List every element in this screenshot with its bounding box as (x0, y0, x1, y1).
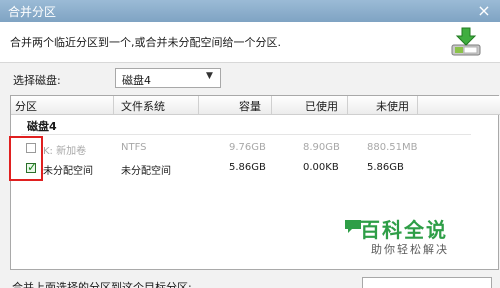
target-partition-select[interactable] (362, 277, 492, 288)
column-divider[interactable] (271, 96, 272, 114)
header-panel: 合并两个临近分区到一个,或合并未分配空间给一个分区. (0, 22, 500, 63)
list-header: 分区 文件系统 容量 已使用 未使用 (11, 96, 500, 115)
disk-select-value: 磁盘4 (122, 74, 151, 87)
dialog-description: 合并两个临近分区到一个,或合并未分配空间给一个分区. (10, 36, 281, 49)
cell-filesystem: NTFS (121, 142, 147, 153)
column-divider[interactable] (198, 96, 199, 114)
cell-filesystem: 未分配空间 (121, 166, 171, 177)
cell-unused: 5.86GB (367, 162, 404, 173)
cell-used: 0.00KB (303, 162, 339, 173)
cell-partition: K: 新加卷 (43, 146, 87, 157)
target-partition-label: 合并上面选择的分区到这个目标分区: (12, 281, 192, 288)
column-divider[interactable] (347, 96, 348, 114)
cell-partition: 未分配空间 (43, 166, 93, 177)
column-header-filesystem[interactable]: 文件系统 (121, 98, 165, 114)
title-bar: 合并分区 × (0, 0, 500, 22)
chevron-down-icon: ▼ (206, 71, 213, 81)
table-row[interactable]: ✓ 未分配空间 未分配空间 5.86GB 0.00KB 5.86GB (11, 160, 500, 178)
disk-select-label: 选择磁盘: (13, 74, 61, 87)
watermark-subtitle: 助你轻松解决 (371, 243, 449, 256)
watermark-title: 百科全说 (360, 218, 448, 242)
cell-unused: 880.51MB (367, 142, 418, 153)
highlight-annotation (9, 136, 43, 181)
cell-capacity: 9.76GB (229, 142, 266, 153)
column-header-used[interactable]: 已使用 (305, 98, 338, 114)
column-divider[interactable] (417, 96, 418, 114)
column-divider[interactable] (113, 96, 114, 114)
column-header-unused[interactable]: 未使用 (376, 98, 409, 114)
window-title: 合并分区 (8, 5, 57, 19)
cell-capacity: 5.86GB (229, 162, 266, 173)
table-row[interactable]: K: 新加卷 NTFS 9.76GB 8.90GB 880.51MB (11, 140, 500, 158)
watermark: 百科全说 助你轻松解决 (345, 214, 466, 258)
disk-select[interactable]: 磁盘4 ▼ (115, 68, 221, 88)
group-divider (21, 134, 471, 135)
merge-partition-icon (451, 27, 481, 56)
disk-group-title: 磁盘4 (27, 120, 57, 133)
column-header-capacity[interactable]: 容量 (239, 98, 261, 114)
close-button[interactable]: × (468, 0, 500, 22)
column-header-partition[interactable]: 分区 (15, 98, 37, 114)
merge-partition-dialog: 合并分区 × 合并两个临近分区到一个,或合并未分配空间给一个分区. 选择磁盘: … (0, 0, 500, 288)
cell-used: 8.90GB (303, 142, 340, 153)
